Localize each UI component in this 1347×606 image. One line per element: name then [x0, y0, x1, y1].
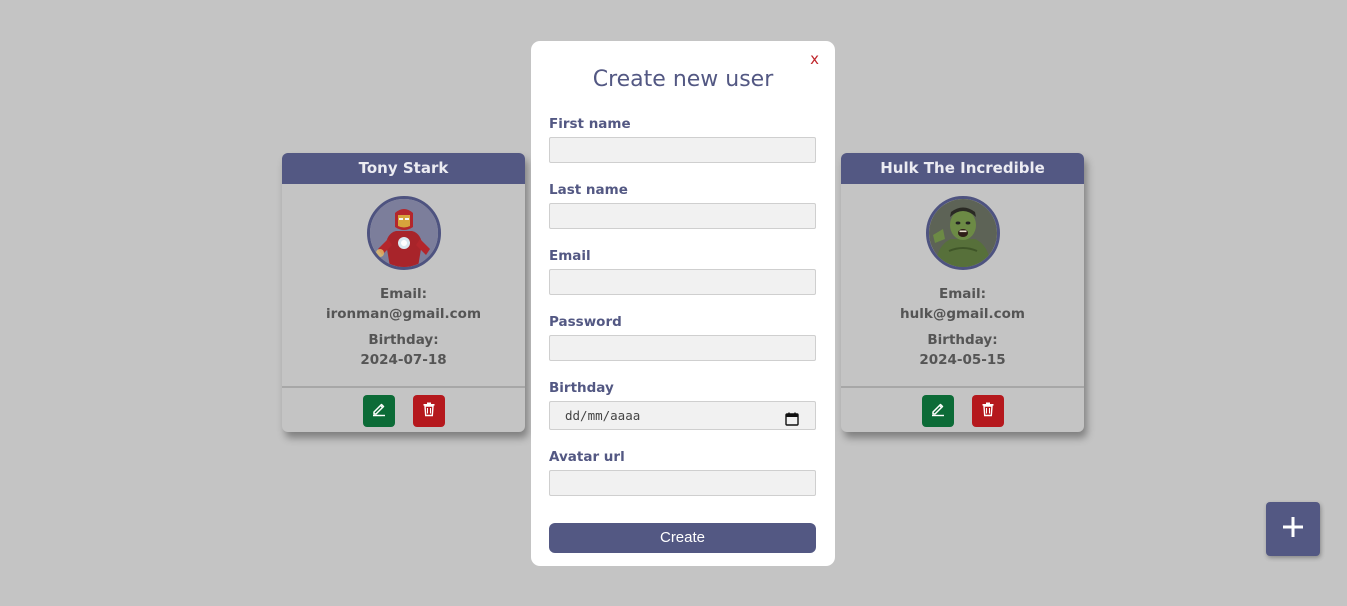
edit-user-button[interactable] [921, 395, 954, 427]
user-card: Tony Stark Email: ironman@gmail.com Birt… [282, 153, 525, 432]
birthday-date-input[interactable]: dd/mm/aaaa [549, 401, 816, 430]
modal-title: Create new user [592, 67, 774, 92]
birthday-placeholder: dd/mm/aaaa [565, 408, 641, 423]
birthday-label: Birthday: [368, 332, 439, 348]
card-actions [282, 386, 525, 432]
birthday-label: Birthday [549, 380, 614, 396]
email-label: Email [549, 248, 591, 264]
delete-user-button[interactable] [412, 395, 445, 427]
plus-icon [1282, 516, 1304, 542]
user-card: Hulk The Incredible Email: hulk@gmail.co… [841, 153, 1084, 432]
user-birthday: 2024-05-15 [919, 352, 1006, 368]
avatar-url-input[interactable] [549, 470, 816, 496]
email-label: Email: [379, 286, 428, 302]
create-button[interactable]: Create [549, 523, 816, 553]
password-input[interactable] [549, 335, 816, 361]
last-name-label: Last name [549, 182, 628, 198]
last-name-input[interactable] [549, 203, 816, 229]
email-input[interactable] [549, 269, 816, 295]
edit-user-button[interactable] [362, 395, 395, 427]
first-name-label: First name [549, 116, 631, 132]
user-card-name: Tony Stark [282, 153, 525, 184]
create-user-form: First name Last name Email Password Birt… [531, 115, 835, 553]
trash-icon [980, 401, 996, 421]
user-email: ironman@gmail.com [325, 306, 482, 322]
password-label: Password [549, 314, 622, 330]
add-user-button[interactable] [1266, 502, 1320, 556]
user-birthday: 2024-07-18 [360, 352, 447, 368]
trash-icon [421, 401, 437, 421]
user-card-name: Hulk The Incredible [841, 153, 1084, 184]
card-actions [841, 386, 1084, 432]
user-email: hulk@gmail.com [900, 306, 1025, 322]
pencil-icon [930, 401, 946, 421]
first-name-input[interactable] [549, 137, 816, 163]
hulk-avatar [925, 196, 1000, 270]
calendar-icon[interactable] [785, 408, 799, 435]
ironman-avatar [366, 196, 441, 270]
create-user-modal: x Create new user First name Last name E… [531, 41, 835, 566]
pencil-icon [371, 401, 387, 421]
close-modal-button[interactable]: x [810, 50, 819, 68]
avatar-url-label: Avatar url [549, 449, 625, 465]
birthday-label: Birthday: [927, 332, 998, 348]
delete-user-button[interactable] [971, 395, 1004, 427]
email-label: Email: [938, 286, 987, 302]
